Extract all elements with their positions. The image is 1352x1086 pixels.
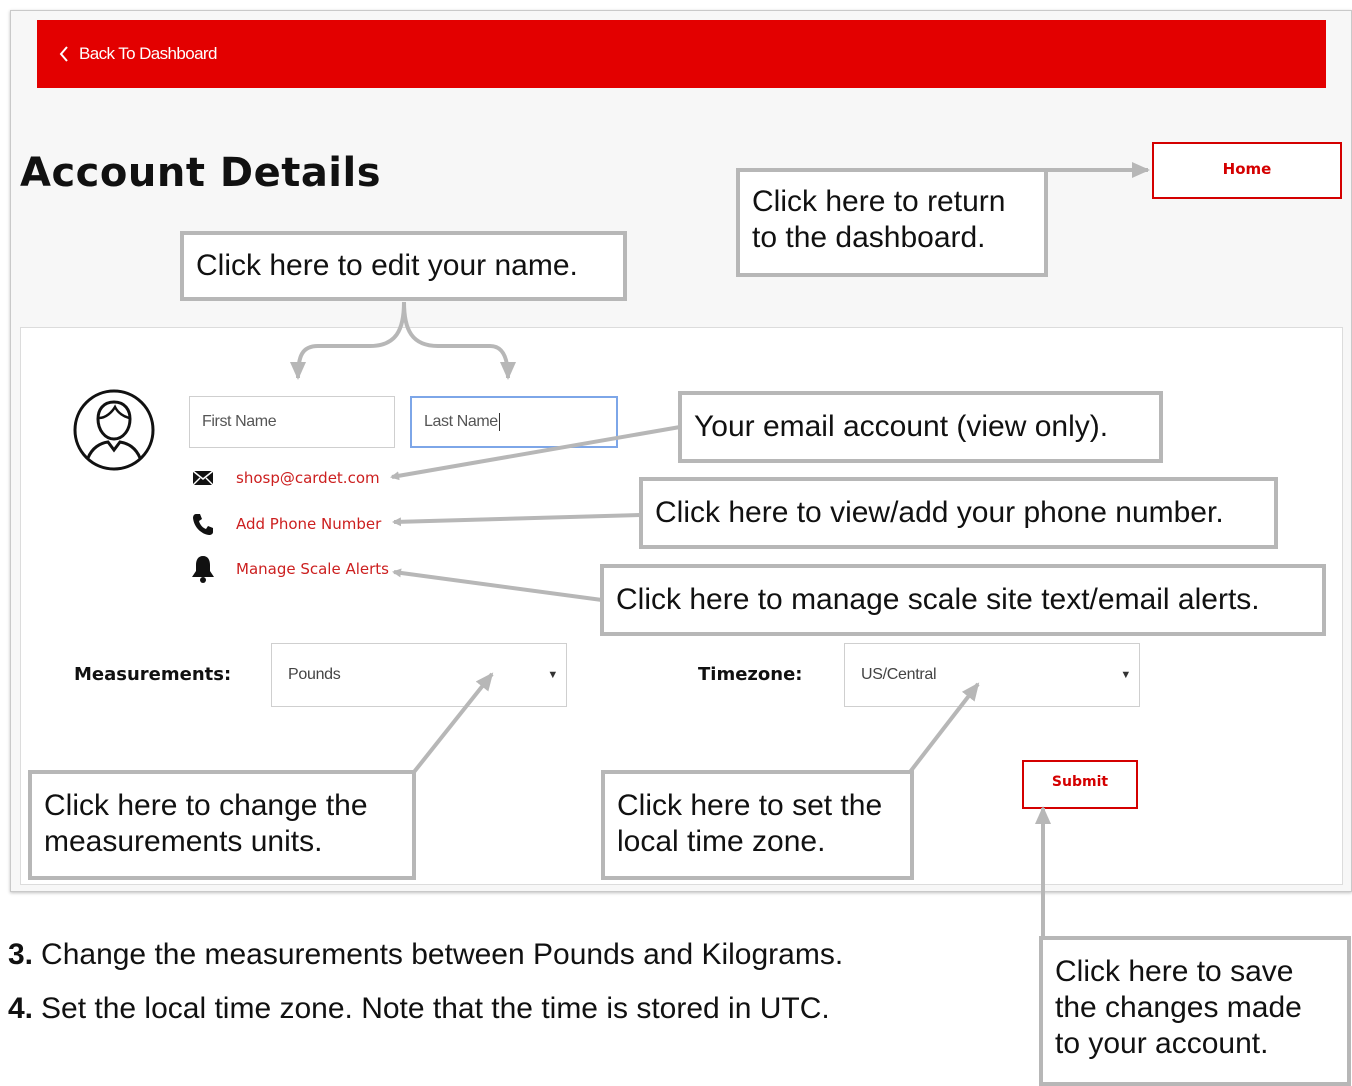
phone-icon — [190, 511, 216, 537]
phone-row: Add Phone Number — [190, 511, 381, 537]
back-to-dashboard-label: Back To Dashboard — [79, 44, 217, 63]
step-text: Set the local time zone. Note that the t… — [41, 992, 830, 1025]
step-item: 3. Change the measurements between Pounds… — [8, 938, 843, 972]
callout-name: Click here to edit your name. — [180, 231, 627, 301]
caret-down-icon: ▼ — [547, 669, 558, 681]
callout-measurements: Click here to change the measurements un… — [28, 770, 416, 880]
first-name-placeholder: First Name — [202, 413, 277, 430]
measurements-select[interactable]: Pounds ▼ — [271, 643, 567, 707]
callout-email: Your email account (view only). — [678, 391, 1163, 463]
caret-down-icon: ▼ — [1120, 669, 1131, 681]
callout-home: Click here to return to the dashboard. — [736, 168, 1048, 277]
first-name-input[interactable]: First Name — [189, 396, 395, 448]
callout-phone: Click here to view/add your phone number… — [639, 477, 1278, 549]
page-title: Account Details — [20, 150, 382, 196]
user-avatar-icon[interactable] — [72, 388, 156, 472]
alerts-row: Manage Scale Alerts — [190, 556, 389, 583]
email-address: shosp@cardet.com — [236, 469, 380, 487]
submit-button[interactable]: Submit — [1022, 760, 1138, 809]
step-text: Change the measurements between Pounds a… — [41, 938, 844, 971]
step-number: 4. — [8, 992, 34, 1025]
last-name-input[interactable]: Last Name — [410, 396, 618, 448]
last-name-value: Last Name — [424, 413, 498, 430]
timezone-label: Timezone: — [698, 664, 803, 685]
back-to-dashboard-link[interactable]: Back To Dashboard — [59, 44, 217, 64]
timezone-selected-value: US/Central — [861, 666, 937, 683]
callout-submit: Click here to save the changes made to y… — [1039, 936, 1351, 1086]
bell-icon — [190, 556, 216, 583]
envelope-icon — [190, 465, 216, 491]
top-nav-bar: Back To Dashboard — [37, 20, 1326, 88]
step-number: 3. — [8, 938, 34, 971]
timezone-select[interactable]: US/Central ▼ — [844, 643, 1140, 707]
step-item: 4. Set the local time zone. Note that the… — [8, 992, 830, 1026]
manage-scale-alerts-link[interactable]: Manage Scale Alerts — [236, 560, 389, 578]
measurements-selected-value: Pounds — [288, 666, 341, 683]
measurements-label: Measurements: — [74, 664, 232, 685]
callout-alerts: Click here to manage scale site text/ema… — [600, 564, 1326, 636]
home-button[interactable]: Home — [1152, 142, 1342, 199]
add-phone-number-link[interactable]: Add Phone Number — [236, 515, 381, 533]
callout-timezone: Click here to set the local time zone. — [601, 770, 914, 880]
email-row: shosp@cardet.com — [190, 465, 380, 491]
chevron-left-icon — [59, 46, 69, 62]
text-caret — [498, 413, 500, 431]
